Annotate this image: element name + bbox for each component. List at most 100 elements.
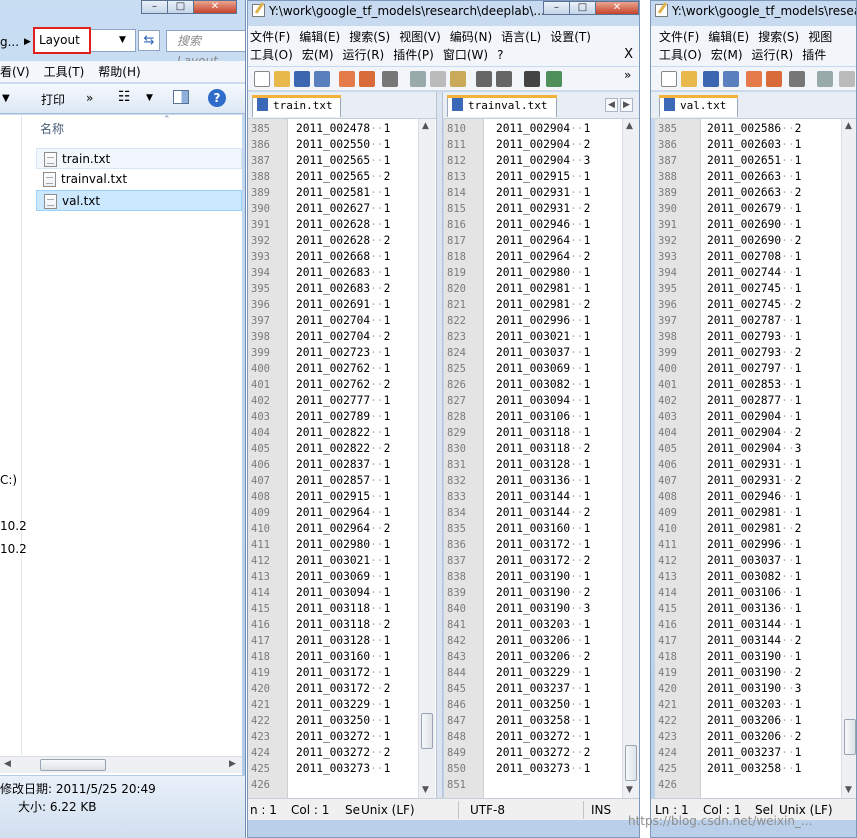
save-all-icon[interactable] — [314, 71, 330, 87]
code-line[interactable]: 2011_003082··1 — [707, 569, 801, 585]
code-line[interactable]: 2011_002745··1 — [707, 281, 801, 297]
code-line[interactable]: 2011_002915··1 — [496, 169, 590, 185]
code-line[interactable]: 2011_002904··2 — [496, 137, 590, 153]
code-line[interactable]: 2011_002581··1 — [296, 185, 390, 201]
menu-tools[interactable]: 工具(O) — [250, 48, 293, 62]
tab-val-txt[interactable]: val.txt✕ — [659, 95, 738, 133]
menu-plugins[interactable]: 插件 — [802, 48, 826, 62]
print-icon[interactable] — [382, 71, 398, 87]
menu-view[interactable]: 看(V) — [0, 61, 30, 82]
open-file-icon[interactable] — [274, 71, 290, 87]
code-line[interactable]: 2011_002904··2 — [707, 425, 801, 441]
tab-trainval-txt[interactable]: trainval.txt✕ — [447, 95, 557, 133]
code-line[interactable]: 2011_002981··1 — [496, 281, 590, 297]
code-line[interactable]: 2011_003106··1 — [496, 409, 590, 425]
code-line[interactable]: 2011_002586··2 — [707, 121, 801, 137]
new-file-icon[interactable] — [254, 71, 270, 87]
code-line[interactable]: 2011_003203··1 — [707, 697, 801, 713]
code-line[interactable]: 2011_003206··1 — [496, 633, 590, 649]
code-line[interactable]: 2011_003128··1 — [496, 457, 590, 473]
print-button[interactable]: 打印 — [41, 91, 65, 108]
code-line[interactable]: 2011_003144··2 — [707, 633, 801, 649]
nav-item-drive[interactable]: C:) — [0, 473, 17, 487]
code-line[interactable]: 2011_002904··3 — [707, 441, 801, 457]
code-line[interactable]: 2011_002980··1 — [296, 537, 390, 553]
menu-edit[interactable]: 编辑(E) — [708, 30, 749, 44]
redo-icon[interactable] — [496, 71, 512, 87]
maximize-button[interactable]: □ — [569, 1, 596, 15]
code-line[interactable]: 2011_002822··1 — [296, 425, 390, 441]
code-line[interactable]: 2011_003136··1 — [707, 601, 801, 617]
code-line[interactable]: 2011_002904··3 — [496, 153, 590, 169]
code-line[interactable]: 2011_003160··1 — [496, 521, 590, 537]
editor-val[interactable]: 385 386 387 388 389 390 391 392 393 394 395 396 397 3… — [655, 118, 856, 799]
scroll-thumb[interactable] — [625, 745, 637, 781]
code-line[interactable]: 2011_002628··1 — [296, 217, 390, 233]
file-item-selected[interactable]: val.txt — [36, 190, 242, 211]
close-document-button[interactable]: X — [624, 47, 633, 62]
code-line[interactable]: 2011_002628··2 — [296, 233, 390, 249]
file-item[interactable]: train.txt — [36, 148, 242, 169]
tab-scroll-right-icon[interactable]: ▶ — [620, 98, 633, 112]
menu-macro[interactable]: 宏(M) — [302, 48, 334, 62]
split-divider[interactable] — [436, 92, 443, 798]
code-line[interactable]: 2011_003172··1 — [296, 665, 390, 681]
code-line[interactable]: 2011_003237··1 — [496, 681, 590, 697]
save-all-icon[interactable] — [723, 71, 739, 87]
code-line[interactable]: 2011_002837··1 — [296, 457, 390, 473]
code-line[interactable]: 2011_002704··2 — [296, 329, 390, 345]
cut-icon[interactable] — [410, 71, 426, 87]
tab-scroll-left-icon[interactable]: ◀ — [605, 98, 618, 112]
new-file-icon[interactable] — [661, 71, 677, 87]
code-line[interactable]: 2011_002789··1 — [296, 409, 390, 425]
view-dropdown-icon[interactable]: ▼ — [146, 93, 153, 103]
editor-trainval[interactable]: 810 811 812 813 814 815 816 817 818 819 820 821 822 8… — [444, 118, 639, 799]
code-line[interactable]: 2011_002762··1 — [296, 361, 390, 377]
code-line[interactable]: 2011_002931··1 — [707, 457, 801, 473]
code-line[interactable]: 2011_002627··1 — [296, 201, 390, 217]
code-line[interactable]: 2011_002793··2 — [707, 345, 801, 361]
breadcrumb-parent[interactable]: g... — [0, 32, 19, 52]
code-line[interactable]: 2011_002904··1 — [496, 121, 590, 137]
code-line[interactable]: 2011_002981··2 — [496, 297, 590, 313]
code-line[interactable]: 2011_003128··1 — [296, 633, 390, 649]
code-line[interactable]: 2011_003118··2 — [296, 617, 390, 633]
code-line[interactable]: 2011_002996··1 — [496, 313, 590, 329]
tab-train-txt[interactable]: train.txt✕ — [252, 95, 341, 133]
code-line[interactable]: 2011_003037··1 — [707, 553, 801, 569]
code-line[interactable]: 2011_003206··1 — [707, 713, 801, 729]
code-line[interactable]: 2011_002964··1 — [496, 233, 590, 249]
code-line[interactable]: 2011_002723··1 — [296, 345, 390, 361]
code-line[interactable]: 2011_002822··2 — [296, 441, 390, 457]
scroll-left-icon[interactable]: ◀ — [4, 759, 11, 769]
nav-item-network[interactable]: 10.2 — [0, 542, 27, 556]
scroll-thumb[interactable] — [40, 759, 106, 771]
code-line[interactable]: 2011_003273··1 — [296, 761, 390, 777]
code-line[interactable]: 2011_003272··1 — [296, 729, 390, 745]
scroll-down-icon[interactable]: ▼ — [626, 785, 633, 795]
replace-icon[interactable] — [546, 71, 562, 87]
code-line[interactable]: 2011_003203··1 — [496, 617, 590, 633]
code-line[interactable]: 2011_002964··2 — [296, 521, 390, 537]
code-line[interactable]: 2011_003272··2 — [496, 745, 590, 761]
menu-file[interactable]: 文件(F) — [250, 30, 290, 44]
scroll-right-icon[interactable]: ▶ — [229, 759, 236, 769]
menu-window[interactable]: 窗口(W) — [443, 48, 488, 62]
code-line[interactable]: 2011_002651··1 — [707, 153, 801, 169]
code-line[interactable]: 2011_002853··1 — [707, 377, 801, 393]
close-all-icon[interactable] — [359, 71, 375, 87]
menu-view[interactable]: 视图 — [808, 30, 832, 44]
menu-run[interactable]: 运行(R) — [343, 48, 385, 62]
vertical-scrollbar[interactable]: ▲ ▼ — [841, 119, 856, 799]
code-line[interactable]: 2011_003258··1 — [496, 713, 590, 729]
code-line[interactable]: 2011_002690··1 — [707, 217, 801, 233]
code-line[interactable]: 2011_003172··1 — [496, 537, 590, 553]
code-line[interactable]: 2011_002797··1 — [707, 361, 801, 377]
menu-file[interactable]: 文件(F) — [659, 30, 699, 44]
minimize-button[interactable]: – — [141, 0, 168, 14]
code-line[interactable]: 2011_002996··1 — [707, 537, 801, 553]
code-line[interactable]: 2011_002946··1 — [496, 217, 590, 233]
code-line[interactable]: 2011_003082··1 — [496, 377, 590, 393]
code-line[interactable]: 2011_003250··1 — [296, 713, 390, 729]
code-line[interactable]: 2011_003172··2 — [496, 553, 590, 569]
